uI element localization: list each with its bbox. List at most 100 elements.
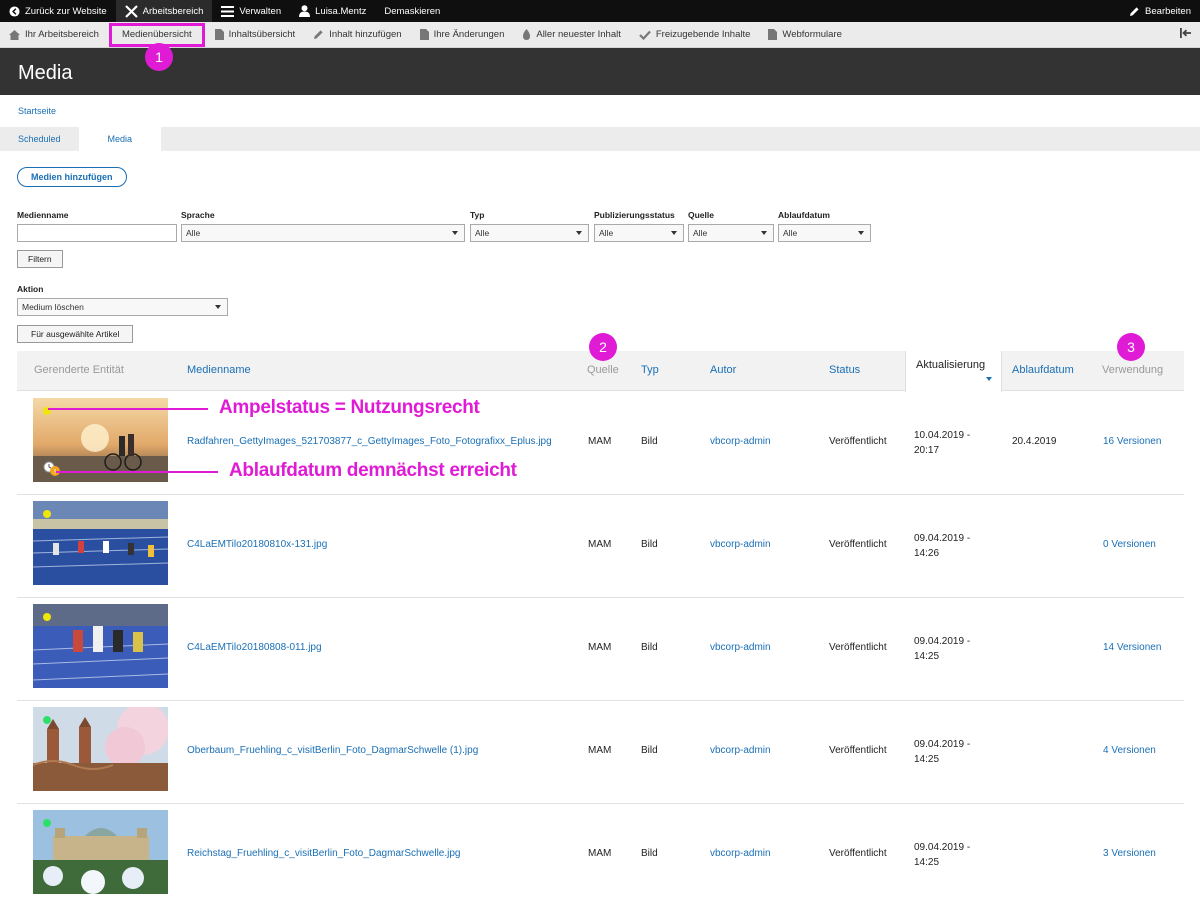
updated-time: 20:17 (914, 445, 940, 456)
edit-toggle[interactable]: Bearbeiten (1120, 0, 1200, 22)
updated-date: 09.04.2019 - (914, 533, 971, 544)
media-name-link[interactable]: C4LaEMTilo20180808-011.jpg (187, 642, 322, 653)
toolbar-item-content-overview[interactable]: Inhaltsübersicht (206, 22, 305, 48)
action-select-value: Medium löschen (22, 302, 84, 312)
expiry-select[interactable]: Alle (778, 224, 871, 242)
source-select[interactable]: Alle (688, 224, 774, 242)
document-icon (768, 29, 778, 40)
back-to-site-link[interactable]: Zurück zur Website (0, 0, 116, 22)
updated-cell: 09.04.2019 - 14:25 (914, 737, 984, 767)
media-name-link[interactable]: Reichstag_Fruehling_c_visitBerlin_Foto_D… (187, 848, 460, 859)
usage-link[interactable]: 14 Versionen (1103, 642, 1161, 653)
filter-button[interactable]: Filtern (17, 250, 63, 268)
toolbar-item-add-content[interactable]: Inhalt hinzufügen (304, 22, 410, 48)
type-cell: Bild (641, 745, 658, 756)
col-status[interactable]: Status (829, 364, 860, 376)
author-link[interactable]: vbcorp-admin (710, 848, 771, 859)
thumbnail-image[interactable] (33, 810, 168, 894)
tab-media[interactable]: Media (78, 127, 162, 151)
language-select[interactable]: Alle (181, 224, 465, 242)
col-type[interactable]: Typ (641, 364, 659, 376)
thumbnail-image[interactable] (33, 707, 168, 791)
usage-link[interactable]: 4 Versionen (1103, 745, 1156, 756)
type-cell: Bild (641, 436, 658, 447)
workspace-menu[interactable]: Arbeitsbereich (115, 0, 213, 22)
annotation-line-expiry (56, 471, 218, 473)
toolbar-item-your-workspace[interactable]: Ihr Arbeitsbereich (0, 22, 108, 48)
annotation-marker-1: 1 (145, 43, 173, 71)
breadcrumb-home[interactable]: Startseite (18, 106, 56, 116)
col-media-name[interactable]: Medienname (187, 364, 251, 376)
type-label: Typ (470, 210, 485, 220)
type-cell: Bild (641, 539, 658, 550)
action-label: Aktion (17, 284, 44, 294)
toolbar-item-latest-content[interactable]: Aller neuester Inhalt (513, 22, 630, 48)
chevron-down-icon (858, 231, 864, 235)
user-label: Luisa.Mentz (315, 5, 367, 17)
type-select-value: Alle (475, 228, 490, 238)
annotation-expiry: Ablaufdatum demnächst erreicht (229, 460, 517, 481)
author-link[interactable]: vbcorp-admin (710, 642, 771, 653)
annotation-traffic-light: Ampelstatus = Nutzungsrecht (219, 397, 480, 418)
author-link[interactable]: vbcorp-admin (710, 539, 771, 550)
apply-action-button[interactable]: Für ausgewählte Artikel (17, 325, 134, 343)
updated-time: 14:26 (914, 548, 940, 559)
col-expiry[interactable]: Ablaufdatum (1012, 364, 1074, 376)
toolbar-item-pending-content[interactable]: Freizugebende Inhalte (630, 22, 760, 48)
updated-date: 09.04.2019 - (914, 739, 971, 750)
sort-desc-icon (986, 377, 992, 381)
tab-scheduled[interactable]: Scheduled (0, 127, 79, 151)
toolbar-item-your-changes[interactable]: Ihre Änderungen (411, 22, 514, 48)
admin-toolbar: Zurück zur Website Arbeitsbereich Verwal… (0, 0, 1200, 22)
hamburger-icon (221, 5, 235, 17)
thumbnail-image[interactable] (33, 604, 168, 688)
document-icon (419, 29, 429, 40)
checkmark-icon (639, 30, 651, 40)
source-cell: MAM (588, 642, 612, 653)
status-cell: Veröffentlicht (829, 642, 887, 653)
col-updated-sorted[interactable]: Aktualisierung (905, 351, 1002, 392)
workspace-label: Arbeitsbereich (142, 5, 204, 17)
media-name-input[interactable] (17, 224, 177, 242)
publish-status-select[interactable]: Alle (594, 224, 684, 242)
type-cell: Bild (641, 642, 658, 653)
expiry-warning-icon: ! (43, 461, 63, 477)
usage-link[interactable]: 3 Versionen (1103, 848, 1156, 859)
unmask-link[interactable]: Demaskieren (375, 0, 449, 22)
user-menu[interactable]: Luisa.Mentz (290, 0, 375, 22)
updated-date: 09.04.2019 - (914, 842, 971, 853)
status-cell: Veröffentlicht (829, 848, 887, 859)
source-label: Quelle (688, 210, 714, 220)
updated-cell: 09.04.2019 - 14:25 (914, 840, 984, 870)
chevron-down-icon (761, 231, 767, 235)
status-cell: Veröffentlicht (829, 539, 887, 550)
flame-icon (522, 29, 531, 40)
source-cell: MAM (588, 745, 612, 756)
col-updated-label: Aktualisierung (916, 359, 986, 371)
type-select[interactable]: Alle (470, 224, 589, 242)
author-link[interactable]: vbcorp-admin (710, 436, 771, 447)
traffic-light-indicator (43, 716, 51, 724)
collapse-toolbar-icon[interactable] (1180, 28, 1200, 41)
col-author[interactable]: Autor (710, 364, 736, 376)
thumbnail-image[interactable] (33, 501, 168, 585)
toolbar-item-webforms[interactable]: Webformulare (759, 22, 851, 48)
annotation-line-traffic (48, 408, 208, 410)
author-link[interactable]: vbcorp-admin (710, 745, 771, 756)
media-name-link[interactable]: C4LaEMTilo20180810x-131.jpg (187, 539, 327, 550)
chevron-down-icon (671, 231, 677, 235)
usage-link[interactable]: 16 Versionen (1103, 436, 1161, 447)
media-name-link[interactable]: Oberbaum_Fruehling_c_visitBerlin_Foto_Da… (187, 745, 478, 756)
annotation-marker-2: 2 (589, 333, 617, 361)
toolbar-item-label: Ihre Änderungen (433, 29, 505, 40)
media-name-label: Medienname (17, 210, 69, 220)
media-name-link[interactable]: Radfahren_GettyImages_521703877_c_GettyI… (187, 436, 552, 447)
add-media-button[interactable]: Medien hinzufügen (17, 167, 127, 187)
usage-link[interactable]: 0 Versionen (1103, 539, 1156, 550)
col-rendered-entity: Gerenderte Entität (34, 364, 124, 376)
page-header: Media (0, 48, 1200, 95)
action-select[interactable]: Medium löschen (17, 298, 228, 316)
toolbar-item-label: Aller neuester Inhalt (536, 29, 621, 40)
manage-menu[interactable]: Verwalten (212, 0, 290, 22)
traffic-light-indicator (43, 613, 51, 621)
